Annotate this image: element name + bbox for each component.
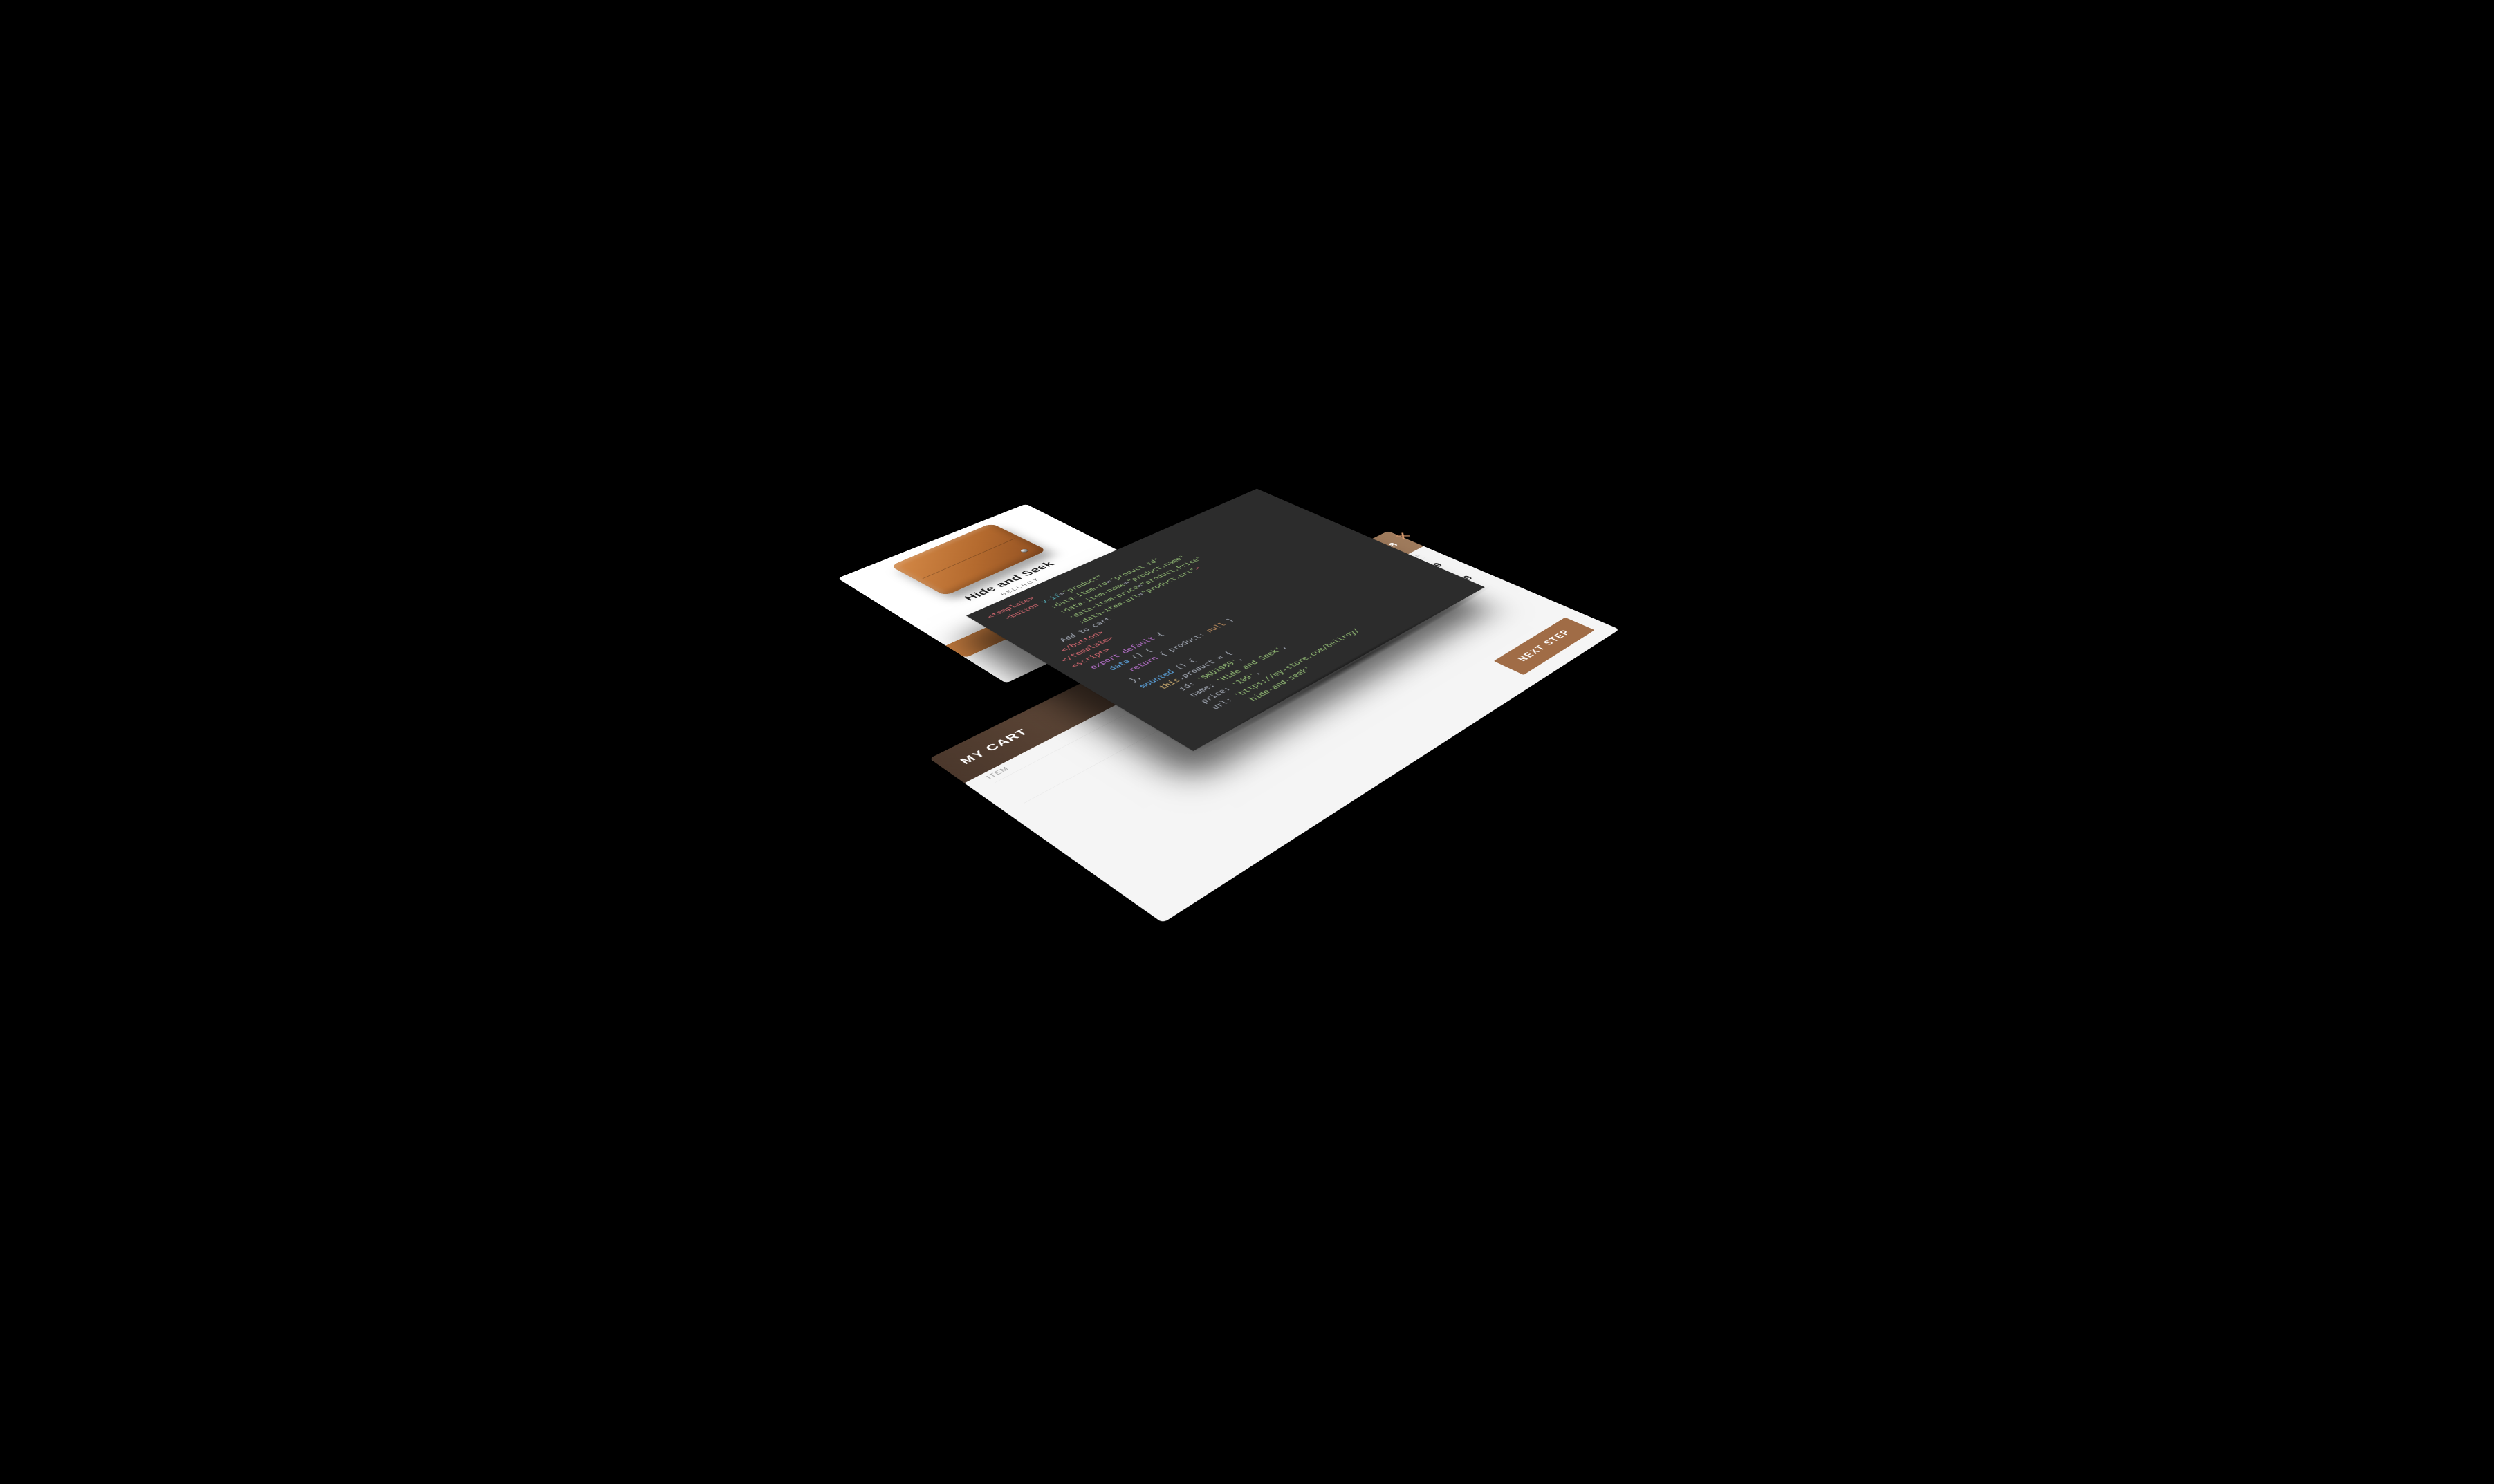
next-step-button[interactable]: NEXT STEP (1494, 618, 1595, 675)
close-icon[interactable]: ✕ (1392, 530, 1416, 541)
